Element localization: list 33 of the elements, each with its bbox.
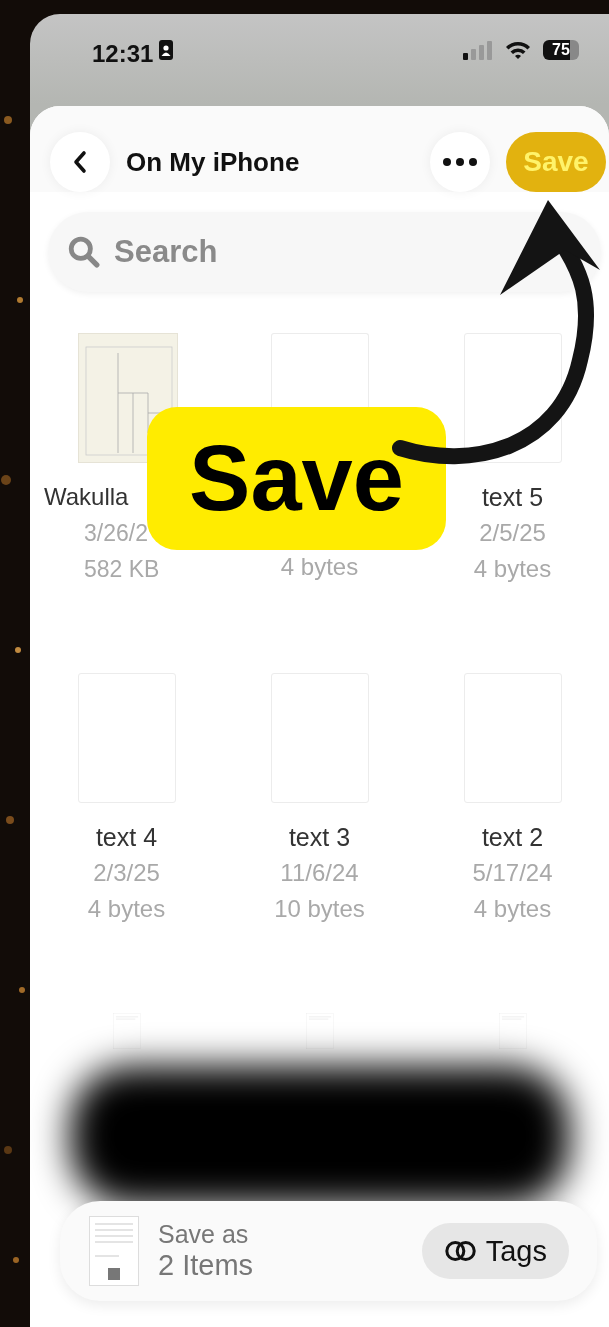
- tags-button[interactable]: Tags: [421, 1223, 569, 1279]
- file-date: 5/17/24: [472, 858, 553, 888]
- file-date: 3/26/2: [84, 519, 148, 548]
- signal-icon: [463, 40, 493, 60]
- document-thumbnail: [88, 1216, 140, 1286]
- file-name: Wakulla: [44, 482, 129, 512]
- file-name: text 5: [481, 482, 544, 513]
- search-field[interactable]: Search: [48, 212, 601, 292]
- file-date: 2/5/25: [479, 518, 546, 548]
- file-name: text 2: [481, 822, 544, 853]
- file-size: 582 KB: [84, 555, 160, 584]
- wifi-icon: [505, 40, 531, 60]
- file-size: 4 bytes: [473, 554, 552, 584]
- file-date: 2/3/25: [93, 858, 160, 888]
- save-as-label: Save as: [158, 1220, 250, 1249]
- folder-title: On My iPhone: [126, 146, 300, 178]
- more-icon: [442, 157, 478, 167]
- status-time: 12:31: [92, 40, 154, 68]
- search-icon: [68, 236, 100, 268]
- file-date: 11/6/24: [280, 858, 359, 888]
- file-size: 10 bytes: [274, 894, 365, 924]
- file-name: text 3: [288, 822, 351, 853]
- file-size: 4 bytes: [280, 552, 359, 582]
- chevron-left-icon: [73, 150, 87, 174]
- file-size: 4 bytes: [473, 894, 552, 924]
- file-size: 4 bytes: [87, 894, 166, 924]
- tag-rings-icon: [443, 1239, 478, 1263]
- person-badge-icon: [159, 40, 174, 60]
- item-count: 2 Items: [158, 1249, 254, 1282]
- callout-label: Save: [147, 407, 446, 550]
- file-name: text 4: [95, 822, 158, 853]
- file-thumbnail[interactable]: [463, 333, 562, 463]
- battery-icon: 75: [543, 40, 579, 60]
